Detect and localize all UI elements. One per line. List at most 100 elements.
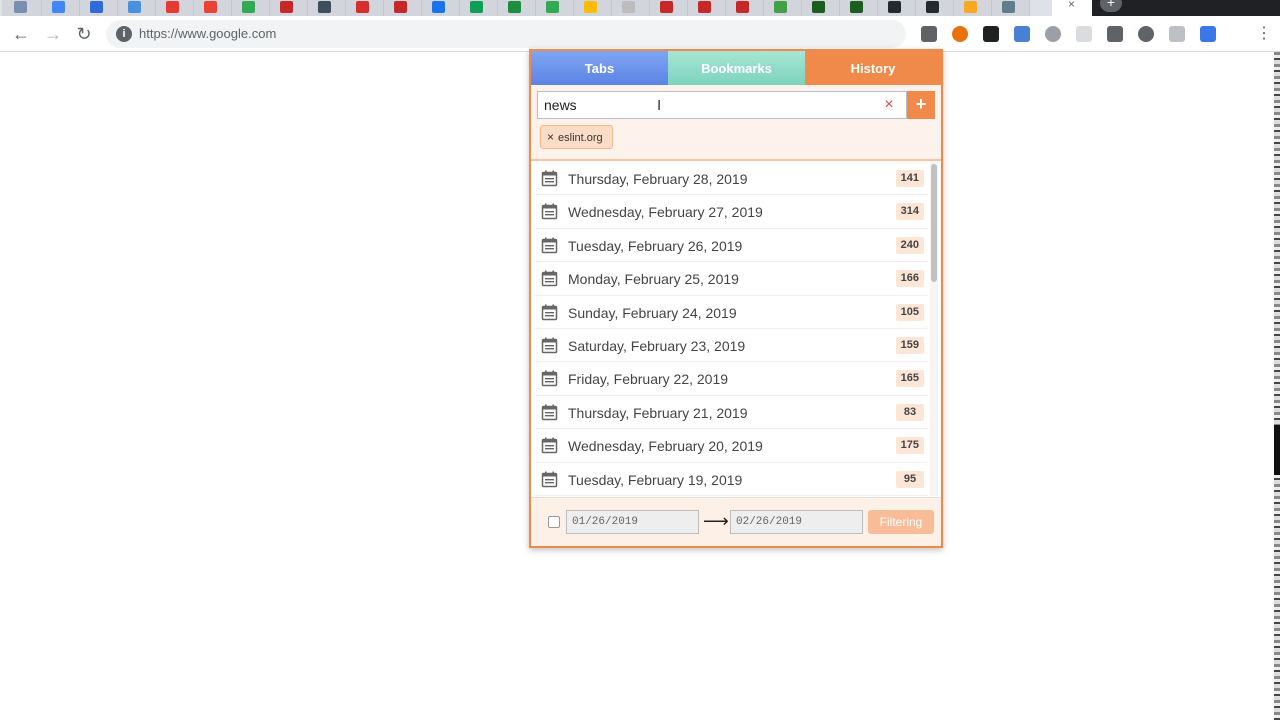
screen-edge-artifact (1274, 425, 1280, 475)
calendar-icon (541, 237, 558, 254)
browser-tab[interactable] (914, 0, 954, 16)
tab-history[interactable]: History (805, 51, 941, 85)
tab-favicon-icon (318, 1, 331, 13)
visit-count-badge: 314 (895, 203, 924, 221)
history-day-row[interactable]: Thursday, February 21, 2019 83 (535, 395, 928, 430)
calendar-icon (541, 170, 558, 187)
browser-tab[interactable] (610, 0, 650, 16)
reload-button[interactable]: ↻ (72, 22, 96, 46)
tab-favicon-icon (204, 1, 217, 13)
browser-tab[interactable] (78, 0, 118, 16)
browser-tab-strip: × + (0, 0, 1280, 16)
remove-chip-icon[interactable]: × (547, 130, 554, 144)
popup-tab-bar: Tabs Bookmarks History (531, 51, 941, 85)
browser-tab[interactable] (990, 0, 1030, 16)
tab-favicon-icon (546, 1, 559, 13)
day-label: Wednesday, February 20, 2019 (568, 438, 763, 455)
browser-tab[interactable] (648, 0, 688, 16)
history-day-row[interactable]: Friday, February 22, 2019 165 (535, 362, 928, 396)
history-day-row[interactable]: Tuesday, February 19, 2019 95 (535, 462, 928, 496)
browser-tab[interactable] (762, 0, 802, 16)
tab-favicon-icon (128, 1, 141, 13)
browser-tab[interactable] (268, 0, 308, 16)
tab-favicon-icon (1002, 1, 1015, 13)
browser-tab[interactable] (724, 0, 764, 16)
visit-count-badge: 175 (895, 437, 924, 455)
browser-tab[interactable] (838, 0, 878, 16)
extension-icon[interactable] (1138, 26, 1154, 42)
browser-tab[interactable] (876, 0, 916, 16)
scrollbar-thumb[interactable] (931, 164, 937, 282)
extension-icon[interactable] (1200, 26, 1216, 42)
site-info-icon[interactable]: i (116, 26, 132, 42)
day-label: Thursday, February 28, 2019 (568, 171, 748, 187)
browser-tab[interactable] (116, 0, 156, 16)
extension-icon[interactable] (983, 26, 999, 42)
tab-bookmarks[interactable]: Bookmarks (668, 51, 805, 85)
browser-tab[interactable] (458, 0, 498, 16)
day-label: Sunday, February 24, 2019 (568, 304, 737, 321)
browser-tab[interactable] (192, 0, 232, 16)
calendar-icon (541, 404, 558, 420)
history-day-list: Thursday, February 28, 2019 141 Wednesday,… (535, 162, 928, 496)
browser-tab[interactable] (420, 0, 460, 16)
tab-favicon-icon (964, 1, 977, 13)
browser-tab[interactable] (534, 0, 574, 16)
tab-favicon-icon (90, 1, 103, 13)
extension-icon[interactable] (921, 26, 937, 42)
history-day-row[interactable]: Sunday, February 24, 2019 105 (535, 295, 928, 329)
history-day-row[interactable]: Wednesday, February 27, 2019 314 (535, 195, 928, 229)
close-tab-icon[interactable]: × (1068, 0, 1075, 11)
history-list-scrollbar[interactable] (930, 162, 938, 496)
history-day-row[interactable]: Monday, February 25, 2019 166 (535, 262, 928, 296)
history-day-row[interactable]: Thursday, February 28, 2019 141 (535, 162, 928, 196)
arrow-right-icon: ⟶ (703, 511, 729, 531)
tab-favicon-icon (698, 1, 711, 13)
search-input[interactable] (544, 97, 864, 113)
tab-favicon-icon (812, 1, 825, 13)
back-button[interactable]: ← (9, 22, 33, 46)
browser-tab[interactable] (686, 0, 726, 16)
visit-count-badge: 95 (896, 470, 924, 488)
extension-icon[interactable] (1169, 26, 1185, 42)
calendar-icon (541, 370, 558, 387)
tab-favicon-icon (394, 1, 407, 13)
browser-tab[interactable] (496, 0, 536, 16)
browser-tab[interactable] (306, 0, 346, 16)
date-filter-checkbox[interactable] (548, 516, 560, 528)
extension-icon[interactable] (1014, 26, 1030, 42)
history-day-row[interactable]: Tuesday, February 26, 2019 240 (535, 228, 928, 263)
visit-count-badge: 165 (895, 370, 924, 388)
browser-tab[interactable] (2, 0, 42, 16)
browser-tab[interactable] (344, 0, 384, 16)
browser-tab[interactable] (800, 0, 840, 16)
history-day-row[interactable]: Saturday, February 23, 2019 159 (535, 328, 928, 363)
extension-icon[interactable] (952, 26, 968, 42)
calendar-icon (541, 203, 558, 220)
calendar-icon (541, 471, 558, 487)
history-day-row[interactable]: Wednesday, February 20, 2019 175 (535, 429, 928, 463)
address-bar[interactable]: i https://www.google.com (106, 20, 906, 48)
date-filter-bar: 01/26/2019 ⟶ 02/26/2019 Filtering (531, 497, 941, 546)
extension-icon[interactable] (1045, 26, 1061, 42)
browser-tab[interactable] (40, 0, 80, 16)
filtering-button[interactable]: Filtering (868, 510, 934, 534)
browser-tab[interactable] (382, 0, 422, 16)
browser-tab[interactable] (572, 0, 612, 16)
browser-tab[interactable] (154, 0, 194, 16)
day-label: Thursday, February 21, 2019 (568, 404, 748, 421)
extension-icon[interactable] (1076, 26, 1092, 42)
search-box[interactable]: I × (537, 91, 907, 119)
browser-tab[interactable] (952, 0, 992, 16)
tab-favicon-icon (888, 1, 901, 13)
tab-tabs[interactable]: Tabs (531, 51, 668, 85)
chip-label: eslint.org (558, 132, 603, 144)
add-filter-button[interactable]: + (907, 91, 935, 119)
extension-icon[interactable] (1107, 26, 1123, 42)
browser-tab[interactable] (230, 0, 270, 16)
date-to-field[interactable]: 02/26/2019 (730, 510, 863, 534)
browser-menu-button[interactable]: ⋮ (1256, 24, 1272, 44)
date-from-field[interactable]: 01/26/2019 (566, 510, 699, 534)
forward-button[interactable]: → (41, 22, 65, 46)
clear-search-icon[interactable]: × (880, 95, 898, 115)
